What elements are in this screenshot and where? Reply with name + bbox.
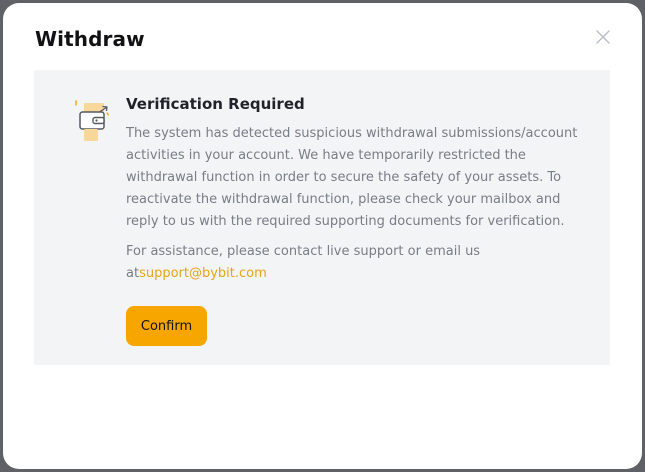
- verification-heading: Verification Required: [126, 95, 305, 113]
- wallet-verification-icon: [74, 99, 110, 143]
- assistance-text: For assistance, please contact live supp…: [126, 241, 596, 285]
- confirm-button[interactable]: Confirm: [126, 306, 207, 346]
- verification-message: The system has detected suspicious withd…: [126, 123, 596, 285]
- withdraw-modal: Withdraw Verification Required The syste…: [3, 3, 642, 469]
- verification-body-text: The system has detected suspicious withd…: [126, 126, 578, 229]
- modal-title: Withdraw: [35, 27, 145, 51]
- support-email-link[interactable]: support@bybit.com: [139, 266, 267, 281]
- close-icon[interactable]: [594, 28, 612, 46]
- verification-panel: Verification Required The system has det…: [34, 70, 610, 365]
